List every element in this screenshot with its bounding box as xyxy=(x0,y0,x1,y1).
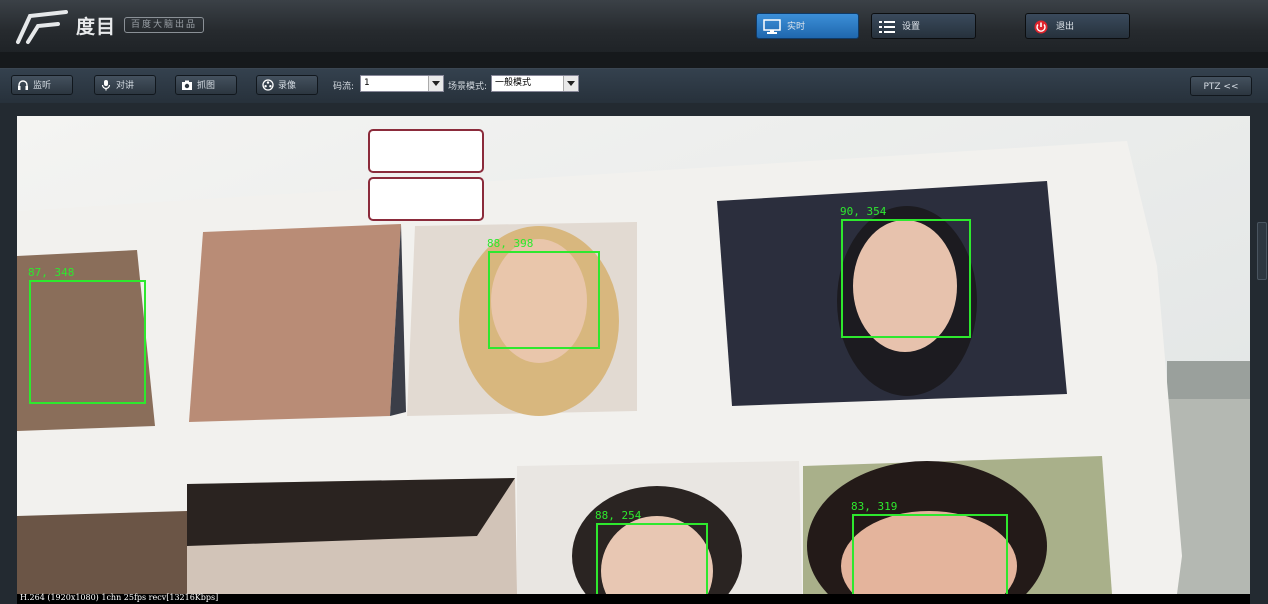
stream-label: 码流: xyxy=(333,82,355,92)
detection-label: 88, 398 xyxy=(487,237,533,250)
header-divider xyxy=(0,52,1268,68)
stream-status-text: H.264 (1920x1080) 1chn 25fps recv[13216K… xyxy=(20,593,219,602)
nav-settings-label: 设置 xyxy=(902,22,921,32)
logo-icon xyxy=(16,10,68,44)
app-name: 度目 xyxy=(76,16,117,38)
nav-settings-button[interactable]: 设置 xyxy=(871,13,976,39)
scene-mode-value: 一般模式 xyxy=(495,78,532,88)
detection-label: 88, 254 xyxy=(595,509,642,522)
chevron-down-icon xyxy=(563,76,578,91)
intercom-button[interactable]: 对讲 xyxy=(94,75,156,95)
scene-mode-select[interactable]: 一般模式 xyxy=(491,75,579,92)
app-tagline: 百度大脑出品 xyxy=(124,17,205,33)
stream-select[interactable]: 1 xyxy=(360,75,444,92)
nav-live-button[interactable]: 实时 xyxy=(756,13,859,39)
scene-mode-label: 场景模式: xyxy=(448,82,488,92)
listen-label: 监听 xyxy=(33,81,52,91)
top-header: 度目 百度大脑出品 实时 设置 退出 xyxy=(0,0,1268,53)
camera-icon xyxy=(182,80,192,90)
nav-live-label: 实时 xyxy=(787,22,806,32)
video-toolbar: 监听 对讲 抓图 录像 码流: 1 场景模式: 一般模式 PTZ << xyxy=(0,69,1268,103)
monitor-icon xyxy=(763,19,781,34)
listen-button[interactable]: 监听 xyxy=(11,75,73,95)
side-scrollbar[interactable] xyxy=(1257,222,1267,280)
record-label: 录像 xyxy=(278,81,297,91)
nav-logout-label: 退出 xyxy=(1056,22,1075,32)
live-panel: 监听 对讲 抓图 录像 码流: 1 场景模式: 一般模式 PTZ << 87, … xyxy=(0,68,1268,604)
detection-label: 90, 354 xyxy=(840,205,887,218)
detection-label: 83, 319 xyxy=(851,500,897,513)
record-button[interactable]: 录像 xyxy=(256,75,318,95)
intercom-label: 对讲 xyxy=(116,81,135,91)
chevron-down-icon xyxy=(428,76,443,91)
list-icon xyxy=(879,21,895,33)
snapshot-button[interactable]: 抓图 xyxy=(175,75,237,95)
detection-label: 87, 348 xyxy=(28,266,74,279)
stream-value: 1 xyxy=(364,78,370,88)
headphones-icon xyxy=(18,80,28,90)
record-icon xyxy=(262,79,274,91)
power-icon xyxy=(1034,20,1048,34)
nav-logout-button[interactable]: 退出 xyxy=(1025,13,1130,39)
microphone-icon xyxy=(101,80,111,91)
video-view[interactable]: 87, 348 88, 398 90, 354 88, 254 83, 319 xyxy=(17,116,1250,594)
ptz-toggle-button[interactable]: PTZ << xyxy=(1190,76,1252,96)
snapshot-label: 抓图 xyxy=(197,81,216,91)
camera-feed: 87, 348 88, 398 90, 354 88, 254 83, 319 xyxy=(17,116,1250,594)
